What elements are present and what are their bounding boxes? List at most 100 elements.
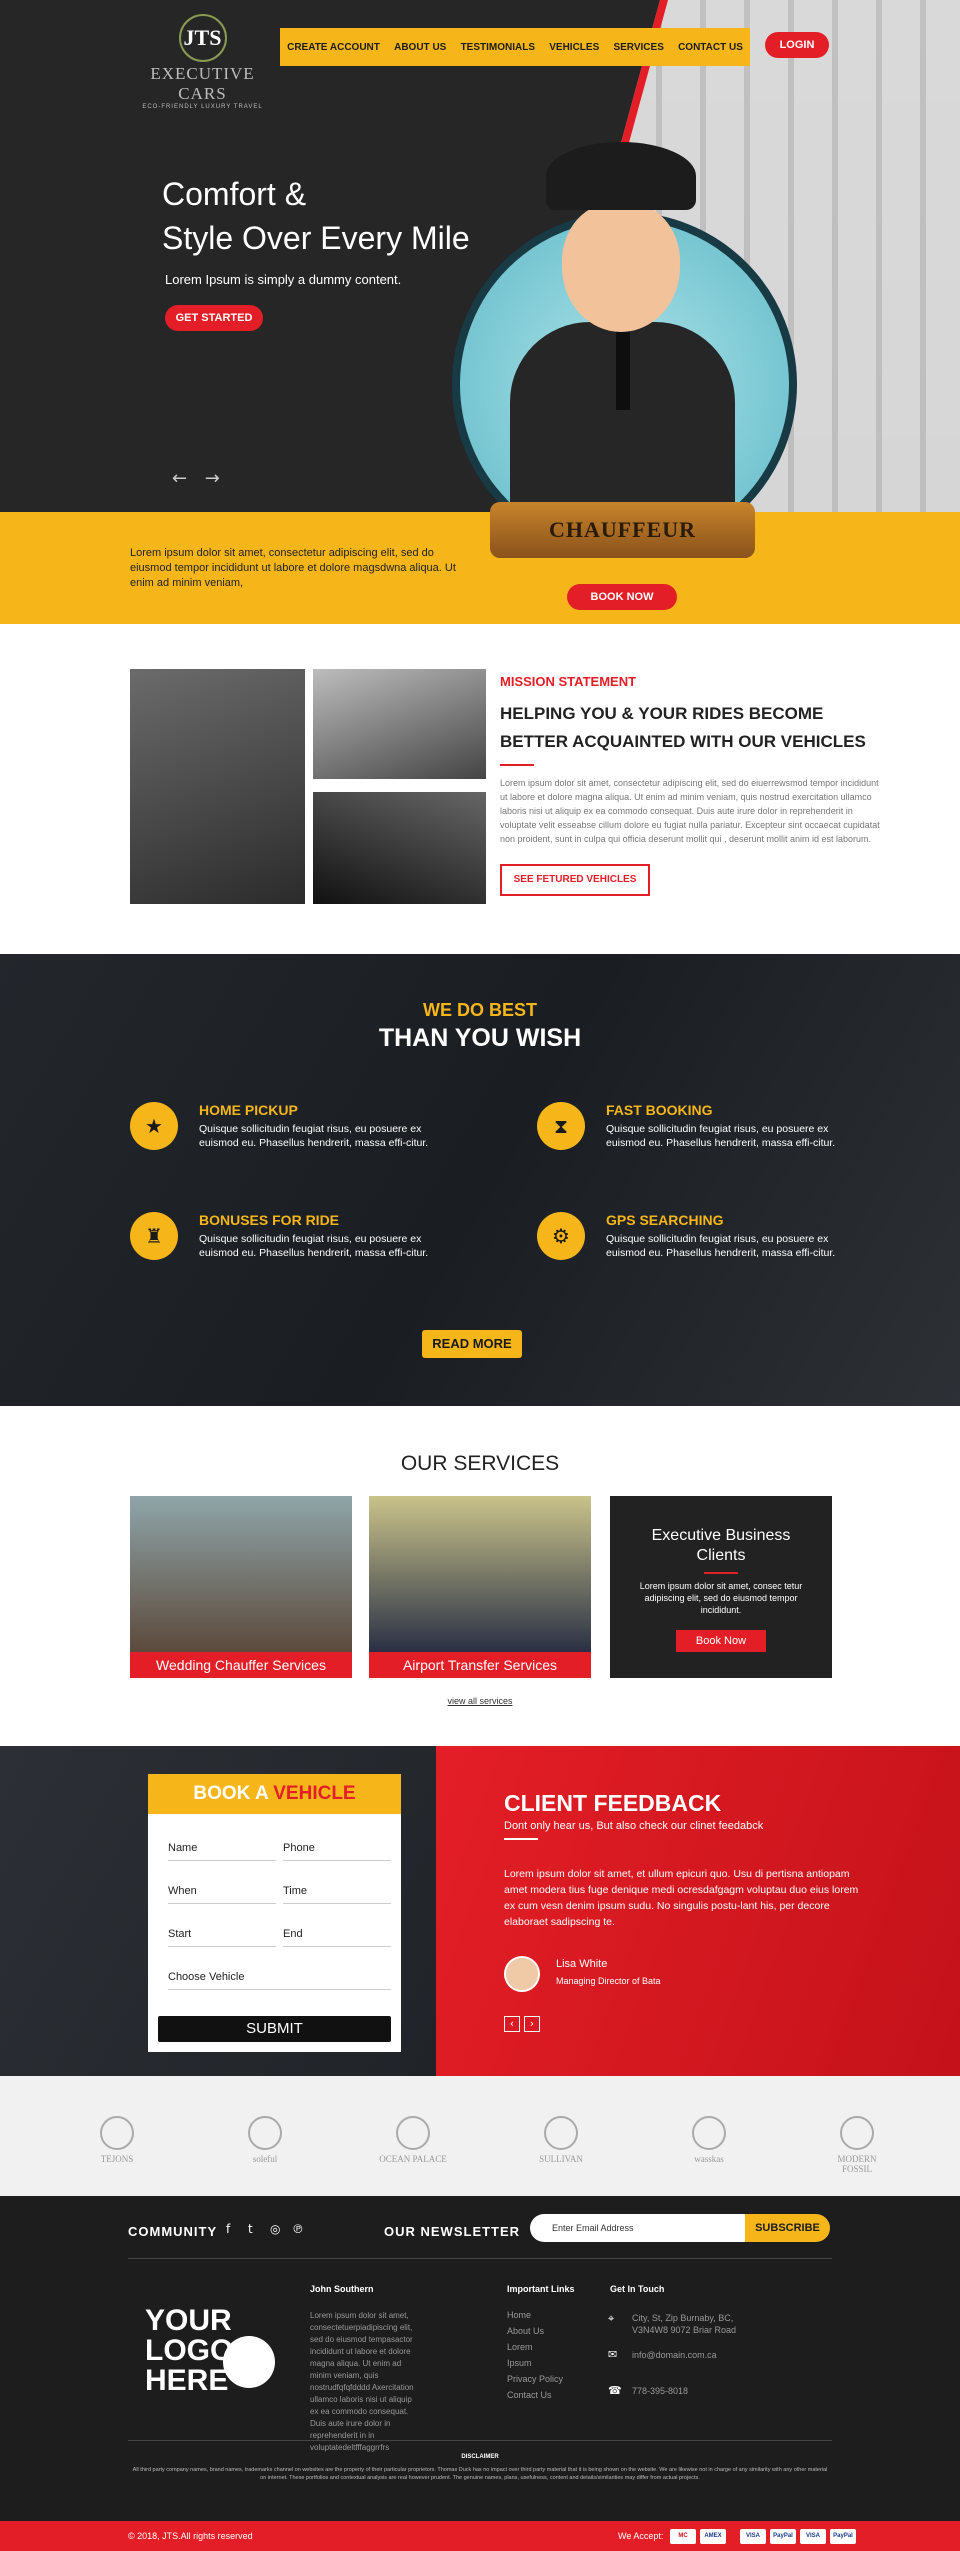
about-section: MISSION STATEMENT HELPING YOU & YOUR RID…: [0, 624, 960, 954]
footer-col3-title: Get In Touch: [610, 2284, 665, 2294]
disclaimer-text: All third party company names, brand nam…: [132, 2467, 828, 2481]
gear-icon: ⚙: [537, 1212, 585, 1260]
paypal-icon: PayPal: [770, 2529, 796, 2544]
email-field[interactable]: Enter Email Address: [530, 2214, 745, 2242]
hourglass-icon: ⧗: [537, 1102, 585, 1150]
footer-email[interactable]: info@domain.com.ca: [632, 2350, 717, 2360]
hero-title: Comfort & Style Over Every Mile: [162, 172, 470, 260]
service-book-now-button[interactable]: Book Now: [676, 1630, 766, 1652]
footer-col1-title: John Southern: [310, 2284, 374, 2294]
booking-title-a: BOOK A: [193, 1783, 274, 1804]
hero-band-text: Lorem ipsum dolor sit amet, consectetur …: [130, 547, 456, 589]
footer-link-home[interactable]: Home: [507, 2310, 531, 2320]
feature-fast-booking: ⧗ FAST BOOKING Quisque sollicitudin feug…: [537, 1102, 837, 1182]
nav-services[interactable]: SERVICES: [613, 42, 663, 53]
hero-title-line1: Comfort &: [162, 176, 307, 212]
nav-about-us[interactable]: ABOUT US: [394, 42, 446, 53]
limousine-photo: [369, 1496, 591, 1652]
nav-contact-us[interactable]: CONTACT US: [678, 42, 743, 53]
twitter-icon[interactable]: t: [248, 2222, 253, 2236]
feature-text: Quisque sollicitudin feugiat risus, eu p…: [199, 1123, 429, 1149]
main-nav: CREATE ACCOUNT ABOUT US TESTIMONIALS VEH…: [280, 28, 750, 66]
footer-link-lorem[interactable]: Lorem: [507, 2342, 533, 2352]
next-arrow-icon[interactable]: ›: [524, 2016, 540, 2032]
footer-logo: YOUR LOGO HERE: [145, 2304, 275, 2397]
brand-mark-icon: [544, 2116, 578, 2150]
time-field[interactable]: Time: [283, 1885, 391, 1904]
nav-create-account[interactable]: CREATE ACCOUNT: [287, 42, 380, 53]
prev-arrow-icon[interactable]: ‹: [504, 2016, 520, 2032]
service-label: Airport Transfer Services: [369, 1652, 591, 1678]
login-button[interactable]: LOGIN: [765, 32, 829, 58]
footer-logo-line3: HERE: [145, 2364, 229, 2397]
footer-logo-line2: LOGO: [145, 2334, 234, 2367]
services-section: OUR SERVICES Wedding Chauffer Services A…: [0, 1406, 960, 1746]
subscribe-button[interactable]: SUBSCRIBE: [745, 2214, 830, 2242]
service-card-airport[interactable]: Airport Transfer Services: [369, 1496, 591, 1678]
brand-logo: TEJONS: [82, 2116, 152, 2164]
feature-gps: ⚙ GPS SEARCHING Quisque sollicitudin feu…: [537, 1212, 837, 1292]
feedback-quote: Lorem ipsum dolor sit amet, et ullum epi…: [504, 1868, 859, 1928]
feature-title: FAST BOOKING: [606, 1102, 713, 1118]
we-accept-label: We Accept:: [618, 2531, 664, 2541]
feature-home-pickup: ★ HOME PICKUP Quisque sollicitudin feugi…: [130, 1102, 430, 1182]
phone-field[interactable]: Phone: [283, 1842, 391, 1861]
when-field[interactable]: When: [168, 1885, 276, 1904]
service-card-executive[interactable]: Executive Business Clients Lorem ipsum d…: [610, 1496, 832, 1678]
brands-section: TEJONS soleful OCEAN PALACE SULLIVAN was…: [0, 2076, 960, 2196]
phone-icon: ☎: [608, 2384, 622, 2397]
chauffeur-illustration: CHAUFFEUR: [450, 142, 797, 582]
copyright: © 2018, JTS.All rights reserved: [128, 2531, 253, 2541]
features-title-white: THAN YOU WISH: [378, 1024, 582, 1052]
brand-logo: SULLIVAN: [526, 2116, 596, 2164]
end-field[interactable]: End: [283, 1928, 391, 1947]
feature-bonuses: ♜ BONUSES FOR RIDE Quisque sollicitudin …: [130, 1212, 430, 1292]
footer-divider: [128, 2258, 832, 2259]
brand-mark-icon: [840, 2116, 874, 2150]
slider-arrows-icon[interactable]: ← →: [172, 468, 226, 489]
footer-link-about[interactable]: About Us: [507, 2326, 544, 2336]
about-body: Lorem ipsum dolor sit amet, consectetur …: [500, 778, 880, 844]
brand-mark-icon: [396, 2116, 430, 2150]
see-featured-vehicles-button[interactable]: SEE FETURED VEHICLES: [500, 864, 650, 896]
community-label: COMMUNITY: [128, 2224, 218, 2239]
brand-logo: MODERN FOSSIL: [822, 2116, 892, 2174]
service-card-wedding[interactable]: Wedding Chauffer Services: [130, 1496, 352, 1678]
chauffeur-head: [562, 202, 680, 332]
instagram-icon[interactable]: ◎: [270, 2222, 280, 2236]
nav-vehicles[interactable]: VEHICLES: [549, 42, 599, 53]
brand-name: OCEAN PALACE: [379, 2154, 447, 2164]
chauffeur-tie: [616, 330, 630, 410]
footer-link-contact[interactable]: Contact Us: [507, 2390, 552, 2400]
hero-subtitle: Lorem Ipsum is simply a dummy content.: [165, 272, 402, 287]
pinterest-icon[interactable]: ℗: [292, 2222, 304, 2236]
footer-link-privacy[interactable]: Privacy Policy: [507, 2374, 563, 2384]
nav-testimonials[interactable]: TESTIMONIALS: [461, 42, 535, 53]
start-field[interactable]: Start: [168, 1928, 276, 1947]
book-now-button[interactable]: BOOK NOW: [567, 584, 677, 610]
car-door-photo: [313, 669, 486, 779]
service-featured-title: Executive Business Clients: [610, 1526, 832, 1566]
name-field[interactable]: Name: [168, 1842, 276, 1861]
logo-name: EXECUTIVE CARS: [150, 64, 255, 103]
brand-mark-icon: [100, 2116, 134, 2150]
footer-logo-line1: YOUR: [145, 2304, 232, 2337]
brand-logo: soleful: [230, 2116, 300, 2164]
logo-monogram: JTS: [178, 14, 227, 62]
service-label: Wedding Chauffer Services: [130, 1652, 352, 1678]
brand-name: MODERN FOSSIL: [837, 2154, 877, 2174]
site-logo[interactable]: JTS EXECUTIVE CARS ECO-FRIENDLY LUXURY T…: [130, 14, 275, 110]
get-started-button[interactable]: GET STARTED: [165, 305, 263, 331]
view-all-services-link[interactable]: view all services: [0, 1696, 960, 1706]
footer: COMMUNITY f t ◎ ℗ OUR NEWSLETTER Enter E…: [0, 2196, 960, 2521]
facebook-icon[interactable]: f: [226, 2222, 230, 2236]
footer-link-ipsum[interactable]: Ipsum: [507, 2358, 532, 2368]
footer-phone[interactable]: 778-395-8018: [632, 2386, 688, 2396]
brand-logo: OCEAN PALACE: [378, 2116, 448, 2164]
booking-form: BOOK A VEHICLE Name Phone When Time Star…: [148, 1774, 401, 2052]
footer-col2-title: Important Links: [507, 2284, 575, 2294]
choose-vehicle-select[interactable]: Choose Vehicle: [168, 1971, 391, 1990]
hero-title-line2: Style Over Every Mile: [162, 220, 470, 256]
read-more-button[interactable]: READ MORE: [422, 1330, 522, 1358]
submit-button[interactable]: SUBMIT: [158, 2016, 391, 2042]
